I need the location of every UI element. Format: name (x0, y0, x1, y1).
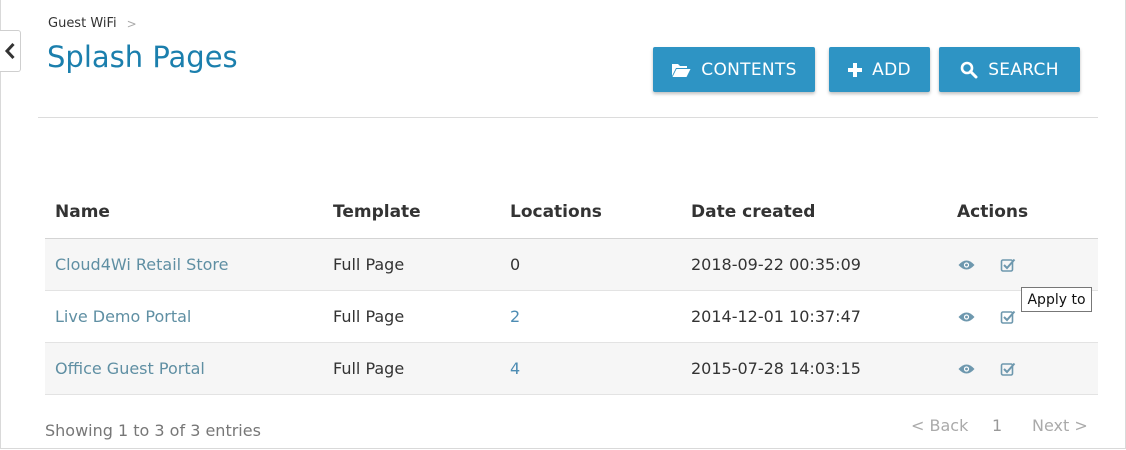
column-header-actions: Actions (947, 186, 1098, 239)
apply-to-tooltip: Apply to (1021, 287, 1092, 312)
pagination-next-button[interactable]: Next > (1032, 416, 1088, 435)
locations-count-link[interactable]: 4 (510, 359, 520, 378)
folder-open-icon (672, 63, 691, 77)
template-cell: Full Page (323, 238, 500, 291)
column-header-date-created[interactable]: Date created (681, 186, 947, 239)
date-created-cell: 2014-12-01 10:37:47 (681, 290, 947, 343)
column-header-template[interactable]: Template (323, 186, 500, 239)
breadcrumb-parent[interactable]: Guest WiFi (48, 16, 117, 31)
table-row: Live Demo Portal Full Page 2 2014-12-01 … (45, 290, 1098, 343)
locations-count-link[interactable]: 2 (510, 307, 520, 326)
splash-page-name-link[interactable]: Office Guest Portal (55, 359, 205, 378)
column-header-name[interactable]: Name (45, 186, 323, 239)
date-created-cell: 2015-07-28 14:03:15 (681, 342, 947, 395)
contents-button[interactable]: CONTENTS (653, 47, 815, 92)
search-icon (960, 61, 978, 78)
table-row: Office Guest Portal Full Page 4 2015-07-… (45, 342, 1098, 395)
breadcrumb-separator: > (126, 16, 137, 31)
table-row: Cloud4Wi Retail Store Full Page 0 2018-0… (45, 238, 1098, 291)
preview-eye-icon[interactable] (957, 308, 975, 326)
apply-to-check-icon[interactable] (999, 256, 1017, 274)
template-cell: Full Page (323, 290, 500, 343)
header-divider (38, 117, 1098, 118)
splash-page-name-link[interactable]: Cloud4Wi Retail Store (55, 255, 228, 274)
column-header-locations[interactable]: Locations (500, 186, 681, 239)
apply-to-check-icon[interactable] (999, 360, 1017, 378)
search-button[interactable]: SEARCH (939, 47, 1080, 92)
add-button[interactable]: ADD (829, 47, 930, 92)
page-title: Splash Pages (47, 40, 238, 74)
date-created-cell: 2018-09-22 00:35:09 (681, 238, 947, 291)
entries-summary: Showing 1 to 3 of 3 entries (45, 421, 261, 440)
splash-pages-table: Name Template Locations Date created Act… (45, 186, 1098, 395)
contents-button-label: CONTENTS (701, 59, 797, 80)
chevron-left-icon (4, 42, 15, 60)
pagination-page-1[interactable]: 1 (992, 416, 1002, 435)
apply-to-check-icon[interactable] (999, 308, 1017, 326)
add-button-label: ADD (872, 59, 911, 80)
template-cell: Full Page (323, 342, 500, 395)
preview-eye-icon[interactable] (957, 360, 975, 378)
splash-page-name-link[interactable]: Live Demo Portal (55, 307, 191, 326)
plus-icon (848, 62, 863, 77)
breadcrumb: Guest WiFi > (48, 16, 137, 31)
search-button-label: SEARCH (988, 59, 1059, 80)
pagination-back-button[interactable]: < Back (911, 416, 968, 435)
preview-eye-icon[interactable] (957, 256, 975, 274)
sidebar-collapse-toggle[interactable] (0, 30, 21, 72)
locations-count: 0 (510, 255, 521, 274)
table-header-row: Name Template Locations Date created Act… (45, 186, 1098, 239)
